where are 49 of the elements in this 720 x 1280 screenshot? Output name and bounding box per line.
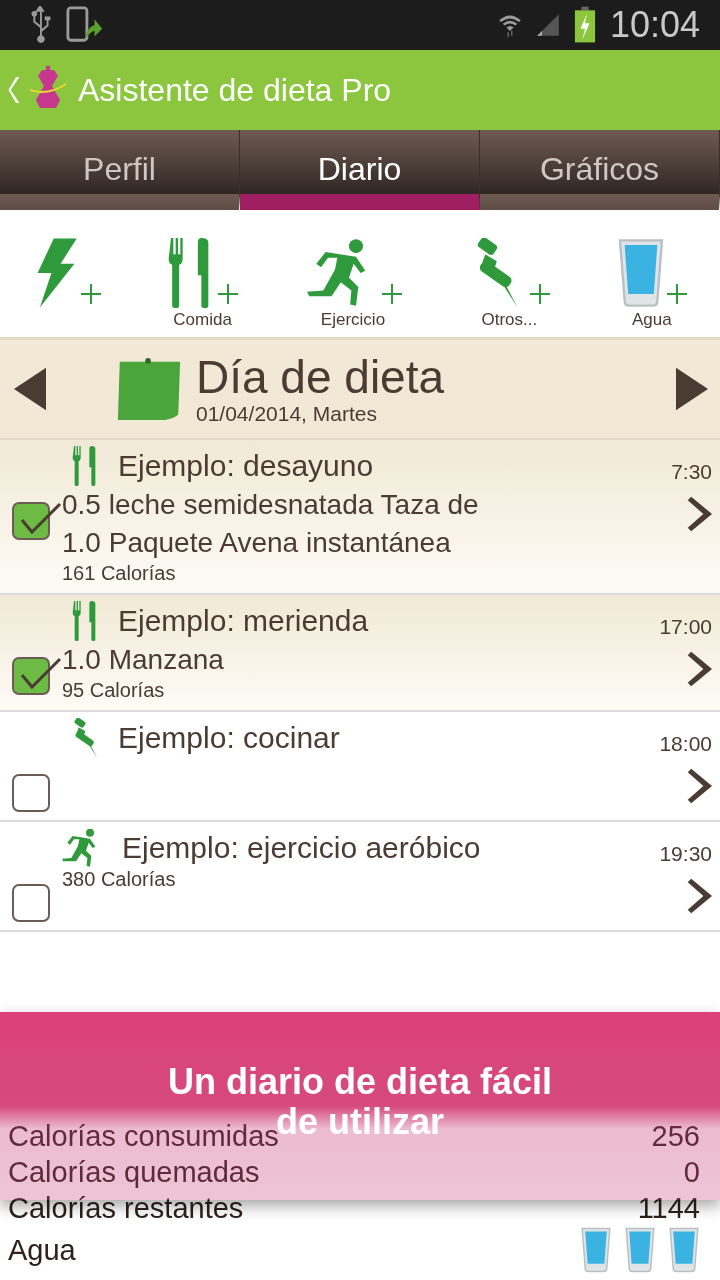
entry-item: 1.0 Manzana <box>62 643 225 677</box>
entry-title: Ejemplo: cocinar <box>118 721 340 755</box>
phone-upload-icon <box>66 6 104 44</box>
day-date: 01/04/2014, Martes <box>196 402 378 426</box>
add-meal-button[interactable]: Comida <box>167 236 238 330</box>
entry-calories: 95 Calorías <box>62 679 166 702</box>
banner-text: Un diario de dieta fácil <box>167 1062 553 1102</box>
entry-time: 7:30 <box>671 460 712 484</box>
usb-icon <box>28 6 52 44</box>
entry-calories: 161 Calorías <box>62 562 177 585</box>
entry-calories: 380 Calorías <box>62 868 177 891</box>
water-label: Agua <box>8 1233 76 1267</box>
previous-day-icon[interactable] <box>14 367 46 411</box>
entry-item: 1.0 Paquete Avena instantánea <box>62 526 452 560</box>
tab[interactable]: Gráficos <box>480 130 720 210</box>
summary-label: Calorías restantes <box>8 1191 244 1225</box>
summary-label: Calorías quemadas <box>8 1155 260 1189</box>
clock-time: 10:04 <box>609 4 700 46</box>
diary-entry[interactable]: Ejemplo: desayuno 0.5 leche semidesnatada Taza de 1.0 Paquete Avena instantánea 161 Calorías 7:30 <box>0 440 720 595</box>
add-water-button[interactable]: Agua <box>616 236 687 330</box>
plus-icon <box>381 284 402 304</box>
diary-entry[interactable]: Ejemplo: merienda 1.0 Manzana 95 Calorías 17:00 <box>0 595 720 712</box>
plus-icon <box>217 284 238 304</box>
chevron-right-icon[interactable] <box>686 651 712 687</box>
entry-time: 17:00 <box>659 615 712 639</box>
entry-time: 19:30 <box>659 842 712 866</box>
glass-icon <box>616 238 665 308</box>
chevron-right-icon[interactable] <box>686 878 712 914</box>
next-day-icon[interactable] <box>676 367 708 411</box>
summary-value: 0 <box>683 1155 700 1189</box>
entry-title: Ejemplo: merienda <box>118 604 369 638</box>
entry-item: 0.5 leche semidesnatada Taza de <box>62 488 480 522</box>
summary-value: 256 <box>651 1119 700 1153</box>
entry-title: Ejemplo: desayuno <box>118 449 374 483</box>
plus-icon <box>530 284 551 304</box>
add-other-button[interactable]: Otros... <box>468 236 551 330</box>
day-title: Día de dieta <box>196 352 445 402</box>
chevron-right-icon[interactable] <box>686 768 712 804</box>
entry-time: 18:00 <box>659 732 712 756</box>
plus-icon <box>666 284 687 304</box>
tab[interactable]: Diario <box>240 130 480 210</box>
tab[interactable]: Perfil <box>0 130 240 210</box>
plus-icon <box>81 284 102 304</box>
battery-icon <box>573 6 596 44</box>
entry-title: Ejemplo: ejercicio aeróbico <box>122 831 481 865</box>
chevron-right-icon[interactable] <box>686 496 712 532</box>
app-title: Asistente de dieta Pro <box>78 71 392 109</box>
add-exercise-button[interactable]: Ejercicio <box>303 236 402 330</box>
summary-value: 1144 <box>637 1191 700 1225</box>
